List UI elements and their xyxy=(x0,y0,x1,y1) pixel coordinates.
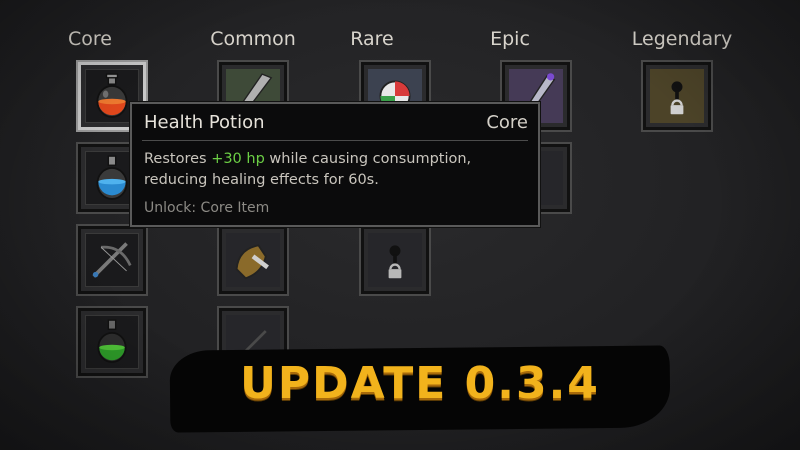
column-header-legendary: Legendary xyxy=(631,28,733,50)
item-slot-legendary-locked[interactable] xyxy=(641,60,713,132)
lock-icon xyxy=(388,245,402,279)
tooltip-unlock: Unlock: Core Item xyxy=(144,200,270,216)
gauntlet-icon xyxy=(235,244,269,280)
tooltip-description: Restores +30 hp while causing consumptio… xyxy=(144,149,534,191)
item-slot-rare-locked[interactable] xyxy=(359,224,431,296)
poison-potion-icon xyxy=(97,319,127,363)
item-slot-gauntlet[interactable] xyxy=(217,224,289,296)
tooltip-desc-pre: Restores xyxy=(144,151,212,167)
column-header-epic: Epic xyxy=(490,28,530,50)
column-header-common: Common xyxy=(210,28,296,50)
update-banner-text: UPDATE 0.3.4 xyxy=(240,358,600,409)
column-header-core: Core xyxy=(68,28,112,50)
item-slot-poison-potion[interactable] xyxy=(76,306,148,378)
column-header-rare: Rare xyxy=(350,28,394,50)
tooltip-desc-highlight: +30 hp xyxy=(211,151,265,167)
tooltip-divider xyxy=(142,140,528,141)
lock-icon xyxy=(670,81,684,115)
item-tooltip: Health Potion Core Restores +30 hp while… xyxy=(130,102,540,227)
crossbow-icon xyxy=(92,242,132,278)
tooltip-title: Health Potion xyxy=(144,112,265,133)
tooltip-rarity: Core xyxy=(486,112,528,133)
item-slot-crossbow[interactable] xyxy=(76,224,148,296)
